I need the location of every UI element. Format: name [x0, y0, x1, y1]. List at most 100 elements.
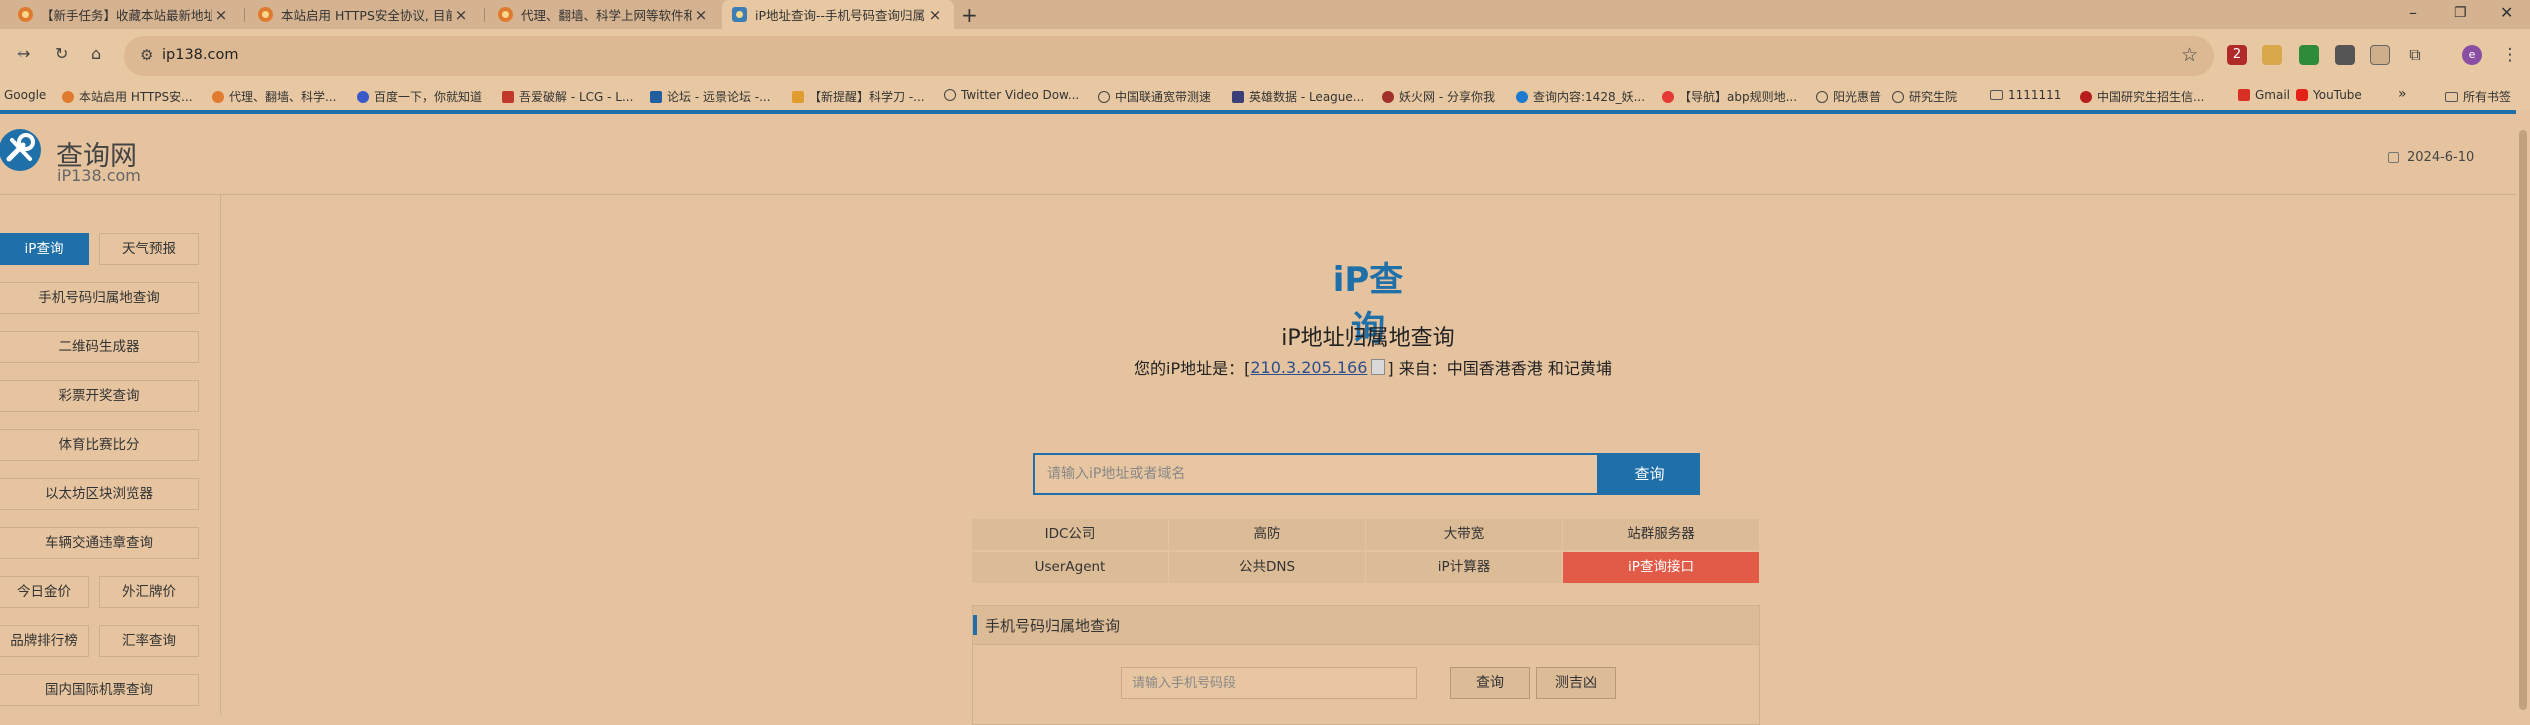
browser-tab-2[interactable]: 本站启用 HTTPS安全协议, 目前 × [248, 0, 480, 29]
site-favicon-icon [1382, 90, 1394, 103]
link-ip-calculator[interactable]: iP计算器 [1366, 552, 1563, 584]
tab-divider [244, 8, 245, 22]
nav-lottery[interactable]: 彩票开奖查询 [0, 380, 199, 412]
ip-search-button[interactable]: 查询 [1599, 453, 1700, 495]
tab-title: 本站启用 HTTPS安全协议, 目前 [281, 8, 452, 23]
globe-icon [1816, 90, 1828, 103]
extension-badge: 2 [2232, 47, 2242, 62]
left-nav: iP查询 天气预报 手机号码归属地查询 二维码生成器 彩票开奖查询 体育比赛比分… [0, 195, 221, 715]
home-icon[interactable]: ⌂ [91, 44, 101, 63]
extensions-puzzle-icon[interactable]: ⧉ [2405, 45, 2425, 65]
broken-image-icon [1371, 359, 1386, 375]
tab-title: 【新手任务】收藏本站最新地址 [41, 8, 212, 23]
bookmark-item[interactable]: 吾爱破解 - LCG - L... [502, 88, 633, 105]
bookmark-item[interactable]: Gmail [2238, 88, 2290, 102]
current-ip-link[interactable]: 210.3.205.166 [1250, 358, 1367, 377]
bookmark-item[interactable]: 中国研究生招生信... [2080, 88, 2204, 105]
bookmark-folder[interactable]: 1111111 [1990, 88, 2061, 102]
nav-sports[interactable]: 体育比赛比分 [0, 429, 199, 461]
ip-search-input[interactable] [1035, 455, 1597, 493]
date-text: 2024-6-10 [2407, 150, 2475, 165]
nav-qrcode[interactable]: 二维码生成器 [0, 331, 199, 363]
extension-bag-icon[interactable] [2335, 45, 2355, 65]
forward-icon[interactable]: → [17, 44, 30, 63]
nav-brand-rank[interactable]: 品牌排行榜 [0, 625, 89, 657]
fortune-test-button[interactable]: 测吉凶 [1536, 667, 1616, 699]
bookmark-item[interactable]: Twitter Video Dow... [944, 88, 1079, 102]
bookmark-item[interactable]: 中国联通宽带测速 [1098, 88, 1211, 105]
nav-flights[interactable]: 国内国际机票查询 [0, 674, 199, 706]
nav-ip-query[interactable]: iP查询 [0, 233, 89, 265]
link-ddos-protection[interactable]: 高防 [1169, 519, 1366, 551]
browser-tab-strip: 【新手任务】收藏本站最新地址 × 本站启用 HTTPS安全协议, 目前 × 代理… [0, 0, 2530, 29]
current-ip-line: 您的iP地址是：[ 210.3.205.166 ] 来自：中国香港香港 和记黄埔 [1134, 355, 1612, 379]
nav-weather[interactable]: 天气预报 [99, 233, 199, 265]
browser-tab-active[interactable]: iP地址查询--手机号码查询归属 × [722, 0, 954, 29]
link-ip-api[interactable]: iP查询接口 [1563, 552, 1760, 584]
bookmark-item[interactable]: 【新提醒】科学刀 -... [792, 88, 925, 105]
bookmark-item[interactable]: 英雄数据 - League... [1232, 88, 1364, 105]
youtube-icon [2296, 89, 2308, 101]
bookmark-item[interactable]: 阳光惠普 [1816, 88, 1881, 105]
phone-input[interactable] [1122, 668, 1416, 698]
bookmark-item[interactable]: YouTube [2296, 88, 2362, 102]
reload-icon[interactable]: ↻ [55, 44, 68, 63]
link-public-dns[interactable]: 公共DNS [1169, 552, 1366, 584]
close-tab-icon[interactable]: × [212, 6, 230, 24]
site-favicon-icon [212, 90, 224, 103]
bookmark-item[interactable]: 百度一下，你就知道 [357, 88, 482, 105]
site-favicon-icon [650, 90, 662, 103]
bookmark-item[interactable]: 【导航】abp规则地... [1662, 88, 1797, 105]
extension-shield-check-icon[interactable] [2299, 45, 2319, 65]
site-favicon-icon [258, 7, 273, 22]
browser-tab-3[interactable]: 代理、翻墙、科学上网等软件和 × [488, 0, 720, 29]
phone-query-button[interactable]: 查询 [1450, 667, 1530, 699]
browser-menu-icon[interactable]: ⋮ [2500, 45, 2520, 65]
link-useragent[interactable]: UserAgent [972, 552, 1169, 584]
calendar-icon [2388, 152, 2399, 163]
extension-shield-icon[interactable]: 2 [2227, 45, 2247, 65]
bookmark-item[interactable]: 本站启用 HTTPS安... [62, 88, 193, 105]
all-bookmarks-folder[interactable]: 所有书签 [2445, 88, 2511, 105]
profile-avatar[interactable]: e [2462, 45, 2482, 65]
folder-icon [2445, 91, 2458, 102]
link-site-group-server[interactable]: 站群服务器 [1563, 519, 1760, 551]
bookmark-item[interactable]: 查询内容:1428_妖... [1516, 88, 1645, 105]
close-window-icon[interactable]: ✕ [2500, 3, 2513, 22]
bookmark-star-icon[interactable]: ☆ [2181, 44, 2198, 66]
site-favicon-icon [18, 7, 33, 22]
link-bandwidth[interactable]: 大带宽 [1366, 519, 1563, 551]
link-idc[interactable]: IDC公司 [972, 519, 1169, 551]
site-info-icon[interactable]: ⚙ [140, 46, 153, 64]
site-favicon-icon [62, 90, 74, 103]
bookmarks-overflow-icon[interactable]: » [2398, 86, 2407, 102]
logo-text-en: iP138.com [57, 166, 141, 185]
browser-tab-1[interactable]: 【新手任务】收藏本站最新地址 × [8, 0, 240, 29]
nav-traffic[interactable]: 车辆交通违章查询 [0, 527, 199, 559]
address-bar[interactable]: ⚙ ip138.com ☆ [124, 36, 2214, 76]
minimize-icon[interactable]: – [2409, 3, 2417, 22]
close-tab-icon[interactable]: × [692, 6, 710, 24]
site-favicon-icon [2080, 90, 2092, 103]
nav-ethereum[interactable]: 以太坊区块浏览器 [0, 478, 199, 510]
scrollbar-thumb[interactable] [2519, 130, 2527, 710]
nav-phone-lookup[interactable]: 手机号码归属地查询 [0, 282, 199, 314]
bookmark-item[interactable]: 妖火网 - 分享你我 [1382, 88, 1495, 105]
close-tab-icon[interactable]: × [452, 6, 470, 24]
restore-icon[interactable]: ❐ [2454, 5, 2467, 21]
close-tab-icon[interactable]: × [926, 6, 944, 24]
bookmark-item[interactable]: 论坛 - 远景论坛 -... [650, 88, 771, 105]
panel-title: 手机号码归属地查询 [985, 617, 1121, 635]
ip-prefix: 您的iP地址是：[ [1134, 359, 1251, 378]
nav-forex[interactable]: 外汇牌价 [99, 576, 199, 608]
bookmark-item[interactable]: Google [4, 88, 46, 102]
phone-lookup-panel: 手机号码归属地查询 查询 测吉凶 [972, 605, 1760, 725]
new-tab-icon[interactable]: + [961, 3, 978, 27]
bookmark-item[interactable]: 研究生院 [1892, 88, 1957, 105]
nav-gold-price[interactable]: 今日金价 [0, 576, 89, 608]
bookmark-item[interactable]: 代理、翻墙、科学... [212, 88, 336, 105]
site-favicon-icon [502, 90, 514, 103]
extension-folder-icon[interactable] [2262, 45, 2282, 65]
extension-image-icon[interactable] [2370, 45, 2390, 65]
nav-exchange-rate[interactable]: 汇率查询 [99, 625, 199, 657]
